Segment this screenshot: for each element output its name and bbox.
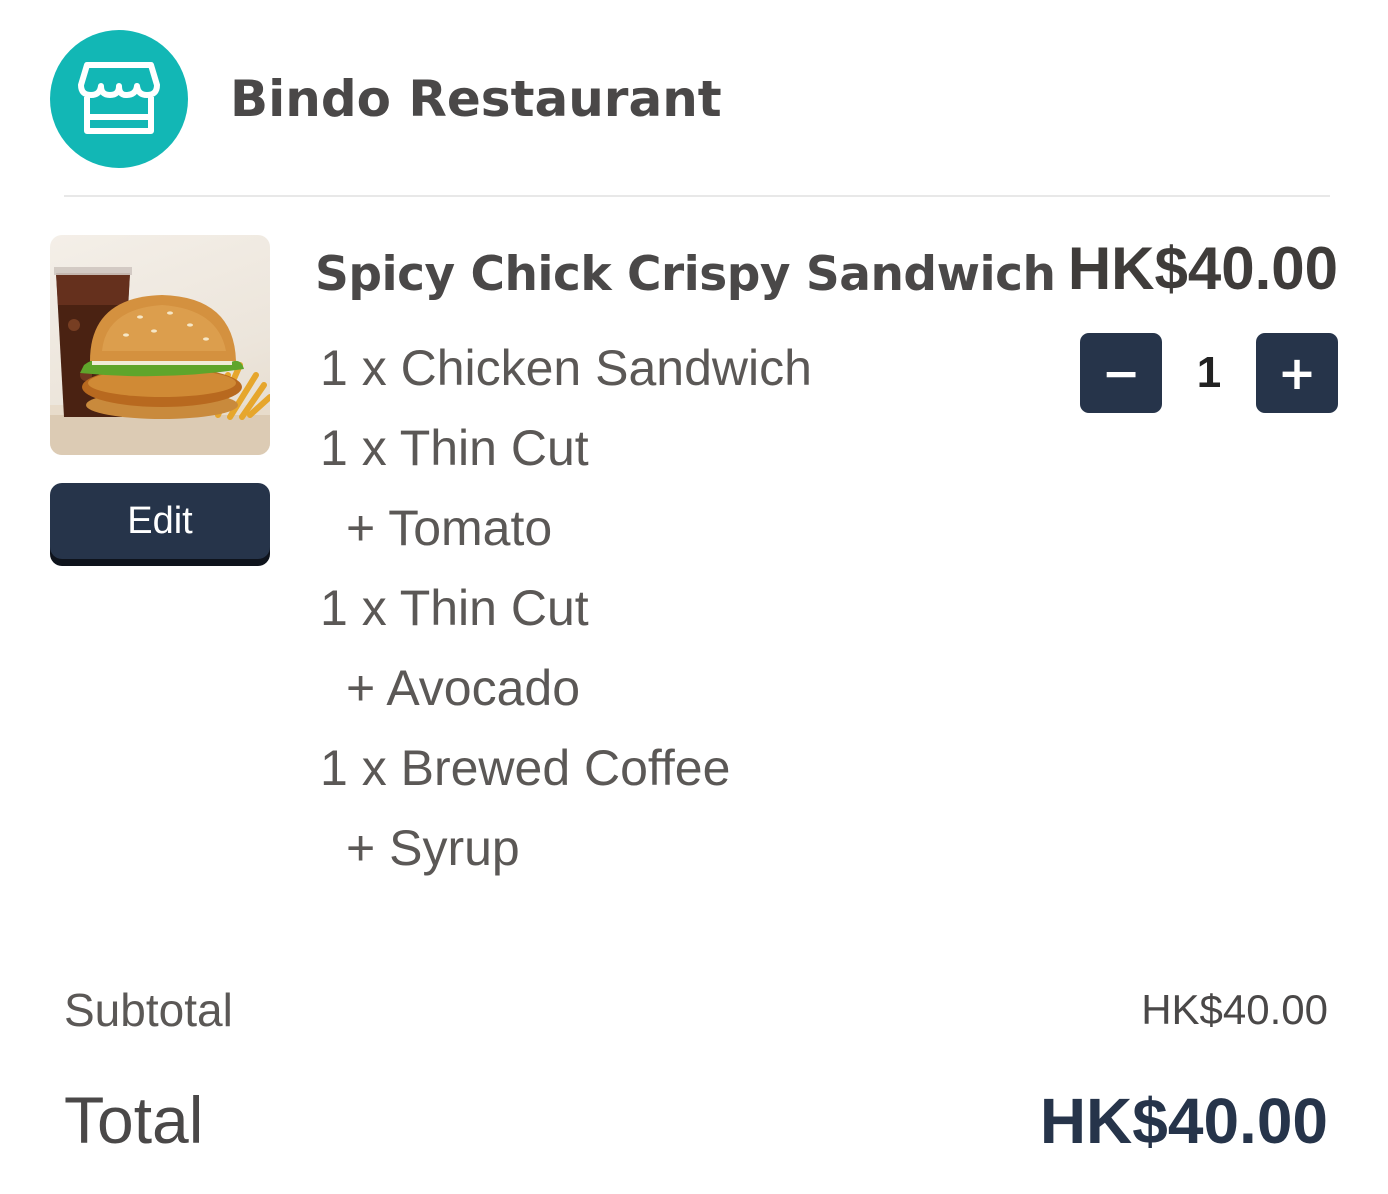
total-value: HK$40.00 bbox=[1039, 1085, 1328, 1157]
total-label: Total bbox=[64, 1083, 204, 1157]
modifier-list: 1 x Chicken Sandwich 1 x Thin Cut + Toma… bbox=[320, 328, 812, 888]
store-badge bbox=[50, 30, 188, 168]
subtotal-label: Subtotal bbox=[64, 984, 233, 1036]
item-name: Spicy Chick Crispy Sandwich bbox=[315, 247, 1056, 302]
sandwich-meal-image bbox=[50, 267, 270, 455]
plus-icon: + bbox=[1277, 346, 1317, 400]
modifier-line: 1 x Thin Cut bbox=[320, 580, 589, 636]
minus-icon: − bbox=[1101, 346, 1141, 400]
decrement-quantity-button[interactable]: − bbox=[1080, 333, 1162, 413]
modifier-line: 1 x Thin Cut bbox=[320, 420, 589, 476]
store-name: Bindo Restaurant bbox=[230, 70, 722, 128]
modifier-line: 1 x Brewed Coffee bbox=[320, 740, 731, 796]
quantity-value: 1 bbox=[1196, 348, 1222, 397]
header-divider bbox=[64, 195, 1330, 197]
modifier-addon: + Syrup bbox=[346, 820, 520, 876]
increment-quantity-button[interactable]: + bbox=[1256, 333, 1338, 413]
subtotal-value: HK$40.00 bbox=[1141, 986, 1328, 1033]
item-image bbox=[50, 235, 270, 455]
store-icon bbox=[78, 62, 160, 134]
edit-button[interactable]: Edit bbox=[50, 483, 270, 559]
item-price: HK$40.00 bbox=[1067, 235, 1338, 302]
modifier-addon: + Tomato bbox=[346, 500, 553, 556]
modifier-addon: + Avocado bbox=[346, 660, 581, 716]
modifier-line: 1 x Chicken Sandwich bbox=[320, 340, 812, 396]
